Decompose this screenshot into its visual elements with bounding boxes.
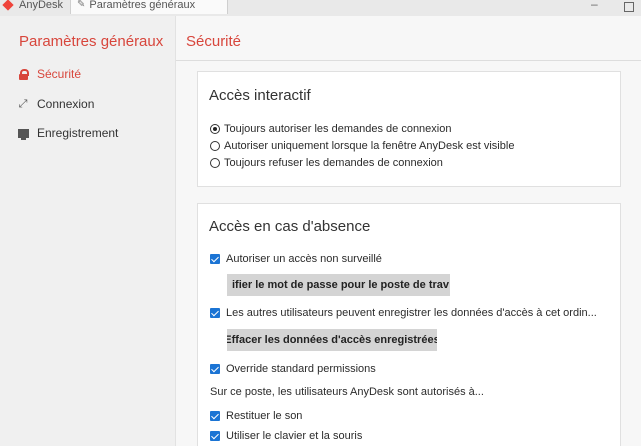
- checkbox-checked[interactable]: [210, 431, 220, 441]
- interactive-access-title: Accès interactif: [209, 87, 311, 104]
- checkbox-checked[interactable]: [210, 364, 220, 374]
- radio-button[interactable]: [210, 141, 220, 151]
- checkbox-label: Autoriser un accès non surveillé: [226, 253, 382, 265]
- wrench-icon: ✎: [77, 0, 86, 10]
- checkbox-label: Utiliser le clavier et la souris: [226, 430, 363, 442]
- recording-icon: [16, 128, 30, 140]
- checkbox-checked[interactable]: [210, 254, 220, 264]
- clear-credentials-button[interactable]: Effacer les données d'accès enregistrées: [227, 329, 437, 351]
- tab-settings[interactable]: ✎ Paramètres généraux: [70, 0, 228, 14]
- radio-button-selected[interactable]: [210, 124, 220, 134]
- radio-always-allow[interactable]: Toujours autoriser les demandes de conne…: [210, 123, 451, 135]
- radio-button[interactable]: [210, 158, 220, 168]
- radio-allow-when-visible[interactable]: Autoriser uniquement lorsque la fenêtre …: [210, 140, 514, 152]
- checkbox-allow-unattended[interactable]: Autoriser un accès non surveillé: [210, 253, 382, 265]
- permissions-intro: Sur ce poste, les utilisateurs AnyDesk s…: [210, 386, 484, 398]
- sidebar-item-label: Connexion: [37, 97, 95, 111]
- page-title: Sécurité: [186, 33, 242, 50]
- main-content: Sécurité Accès interactif Toujours autor…: [175, 16, 641, 446]
- checkbox-save-credentials[interactable]: Les autres utilisateurs peuvent enregist…: [210, 307, 597, 319]
- checkbox-label: Override standard permissions: [226, 363, 376, 375]
- maximize-button[interactable]: [624, 2, 634, 12]
- tab-strip: AnyDesk ✎ Paramètres généraux –: [0, 0, 641, 16]
- radio-label: Autoriser uniquement lorsque la fenêtre …: [224, 140, 515, 152]
- lock-icon: [16, 69, 30, 80]
- sidebar-item-securite[interactable]: Sécurité: [16, 65, 81, 83]
- tab-anydesk-label: AnyDesk: [19, 0, 64, 11]
- checkbox-override-permissions[interactable]: Override standard permissions: [210, 363, 376, 375]
- checkbox-label: Les autres utilisateurs peuvent enregist…: [226, 307, 597, 319]
- radio-label: Toujours refuser les demandes de connexi…: [224, 157, 443, 169]
- sidebar-item-label: Enregistrement: [37, 126, 119, 140]
- radio-always-refuse[interactable]: Toujours refuser les demandes de connexi…: [210, 157, 443, 169]
- sidebar-item-enregistrement[interactable]: Enregistrement: [16, 124, 118, 142]
- interactive-access-panel: Accès interactif Toujours autoriser les …: [197, 71, 621, 187]
- connection-icon: ⤢: [18, 97, 28, 110]
- tab-anydesk[interactable]: AnyDesk: [0, 0, 70, 14]
- unattended-access-title: Accès en cas d'absence: [209, 218, 371, 235]
- sidebar-item-label: Sécurité: [37, 67, 82, 81]
- checkbox-checked[interactable]: [210, 411, 220, 421]
- change-password-button[interactable]: ifier le mot de passe pour le poste de t…: [227, 274, 450, 296]
- sidebar-title: Paramètres généraux: [19, 33, 164, 50]
- header-divider: [176, 60, 641, 61]
- checkbox-label: Restituer le son: [226, 410, 303, 422]
- radio-label: Toujours autoriser les demandes de conne…: [224, 123, 452, 135]
- checkbox-keyboard-mouse[interactable]: Utiliser le clavier et la souris: [210, 430, 362, 442]
- checkbox-checked[interactable]: [210, 308, 220, 318]
- sidebar-item-connexion[interactable]: ⤢ Connexion: [16, 95, 95, 113]
- sidebar: Paramètres généraux Sécurité ⤢ Connexion…: [0, 16, 175, 446]
- checkbox-restore-sound[interactable]: Restituer le son: [210, 410, 302, 422]
- anydesk-logo-icon: [3, 0, 15, 11]
- unattended-access-panel: Accès en cas d'absence Autoriser un accè…: [197, 203, 621, 446]
- minimize-button[interactable]: –: [591, 0, 598, 11]
- tab-settings-label: Paramètres généraux: [89, 0, 196, 11]
